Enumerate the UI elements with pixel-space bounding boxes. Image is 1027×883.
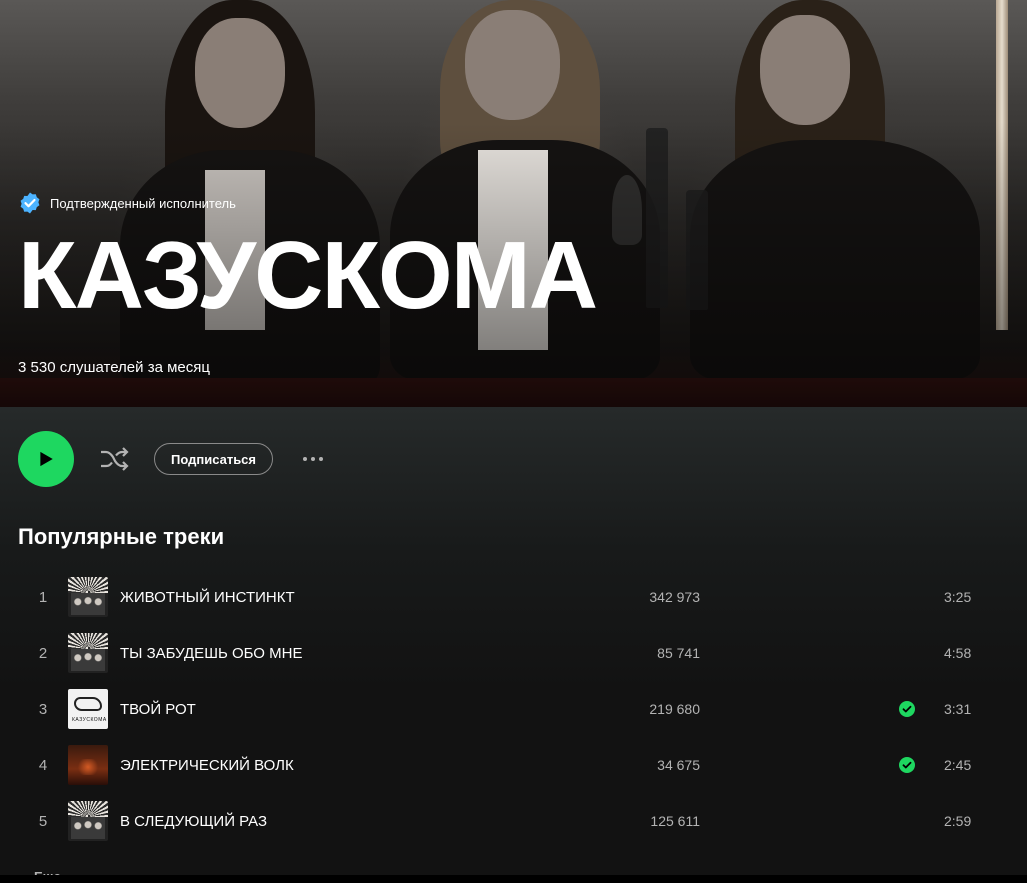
shuffle-icon (101, 447, 129, 471)
verified-badge-icon (20, 192, 40, 214)
track-cover (68, 633, 108, 673)
verified-artist-label: Подтвержденный исполнитель (18, 191, 236, 215)
action-bar: Подписаться (18, 431, 327, 487)
track-row[interactable]: 5 В СЛЕДУЮЩИЙ РАЗ 125 611 2:59 (18, 793, 1008, 849)
play-button[interactable] (18, 431, 74, 487)
track-cover (68, 801, 108, 841)
artist-header: Подтвержденный исполнитель КАЗУСКОМА 3 5… (0, 0, 1027, 407)
bottom-edge (0, 875, 1027, 883)
track-title[interactable]: ТВОЙ РОТ (120, 701, 520, 718)
track-row[interactable]: 3 КАЗУСКОМА ТВОЙ РОТ 219 680 3:31 (18, 681, 1008, 737)
track-cover: КАЗУСКОМА (68, 689, 108, 729)
shuffle-button[interactable] (98, 443, 130, 475)
track-title[interactable]: ЖИВОТНЫЙ ИНСТИНКТ (120, 589, 520, 606)
track-number: 1 (38, 588, 48, 606)
track-duration: 2:45 (944, 757, 972, 773)
popular-tracks-title: Популярные треки (18, 524, 225, 549)
track-duration: 2:59 (944, 813, 972, 829)
track-row[interactable]: 1 ЖИВОТНЫЙ ИНСТИНКТ 342 973 3:25 (18, 569, 1008, 625)
track-plays: 85 741 (657, 645, 700, 661)
track-plays: 219 680 (649, 701, 700, 717)
monthly-listeners: 3 530 слушателей за месяц (18, 359, 210, 376)
track-duration: 3:25 (944, 589, 972, 605)
play-icon (40, 451, 53, 467)
track-title[interactable]: ТЫ ЗАБУДЕШЬ ОБО МНЕ (120, 645, 520, 662)
track-number: 4 (38, 756, 48, 774)
follow-button[interactable]: Подписаться (154, 443, 274, 475)
popular-tracks-list: 1 ЖИВОТНЫЙ ИНСТИНКТ 342 973 3:25 2 ТЫ ЗА… (18, 569, 1008, 849)
check-circle-icon[interactable] (899, 757, 915, 773)
more-options-button[interactable] (299, 445, 327, 473)
track-cover (68, 745, 108, 785)
track-plays: 34 675 (657, 757, 700, 773)
track-cover (68, 577, 108, 617)
track-number: 2 (38, 644, 48, 662)
artist-name: КАЗУСКОМА (18, 222, 598, 329)
track-duration: 3:31 (944, 701, 972, 717)
track-number: 3 (38, 700, 48, 718)
cover-text: КАЗУСКОМА (72, 717, 107, 723)
track-plays: 342 973 (649, 589, 700, 605)
track-row[interactable]: 2 ТЫ ЗАБУДЕШЬ ОБО МНЕ 85 741 4:58 (18, 625, 1008, 681)
track-title[interactable]: ЭЛЕКТРИЧЕСКИЙ ВОЛК (120, 757, 520, 774)
track-plays: 125 611 (650, 813, 700, 829)
track-title[interactable]: В СЛЕДУЮЩИЙ РАЗ (120, 813, 520, 830)
artist-content: Подписаться Популярные треки 1 ЖИВОТНЫЙ … (0, 407, 1027, 883)
check-circle-icon[interactable] (899, 701, 915, 717)
more-icon (303, 457, 308, 461)
verified-text: Подтвержденный исполнитель (50, 195, 236, 211)
track-row[interactable]: 4 ЭЛЕКТРИЧЕСКИЙ ВОЛК 34 675 2:45 (18, 737, 1008, 793)
track-number: 5 (38, 812, 48, 830)
track-duration: 4:58 (944, 645, 972, 661)
